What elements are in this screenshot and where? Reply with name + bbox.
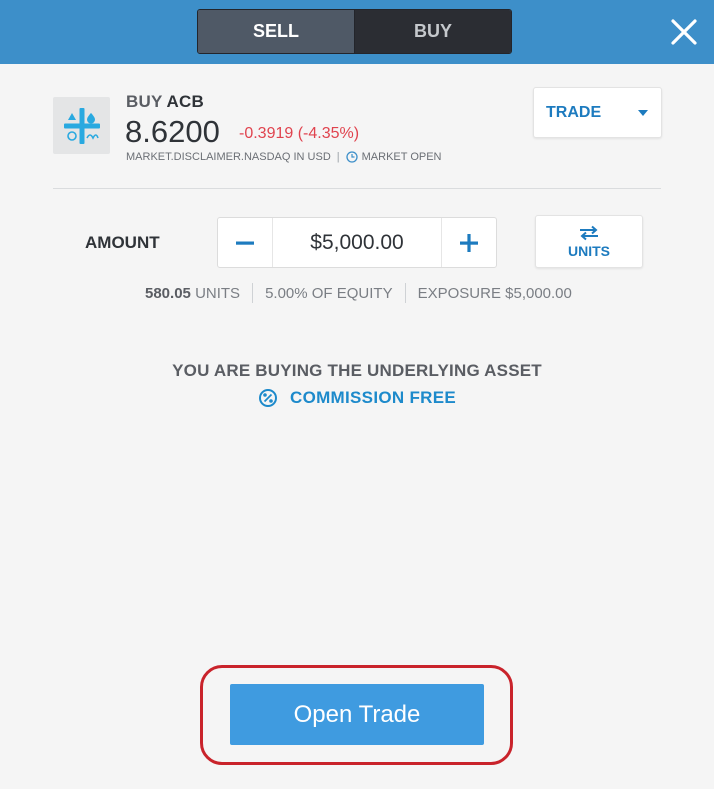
- buy-tab-label: BUY: [413, 21, 452, 41]
- instrument-price: 8.6200: [125, 114, 220, 149]
- caret-down-icon: [638, 109, 648, 116]
- market-disclaimer: MARKET.DISCLAIMER.NASDAQ IN USD: [126, 151, 331, 163]
- amount-input[interactable]: $5,000.00: [273, 231, 441, 255]
- instrument-symbol: ACB: [166, 92, 204, 111]
- plus-icon: [460, 233, 478, 252]
- sell-buy-toggle: SELL BUY: [197, 9, 512, 54]
- stats-divider: [252, 283, 254, 303]
- price-change: -0.3919 (-4.35%): [239, 125, 360, 142]
- minus-icon: [236, 241, 254, 245]
- market-status: MARKET OPEN: [345, 151, 442, 163]
- commission-free-link[interactable]: COMMISSION FREE: [258, 388, 456, 408]
- swap-arrows-icon: [580, 225, 598, 240]
- market-status-label: MARKET OPEN: [361, 151, 442, 163]
- close-button[interactable]: [668, 16, 700, 48]
- meta-separator: |: [336, 151, 340, 163]
- units-toggle-button[interactable]: UNITS: [535, 215, 643, 268]
- close-icon: [671, 19, 697, 45]
- trade-action: BUY: [126, 92, 163, 111]
- increase-amount-button[interactable]: [441, 218, 496, 267]
- amount-stepper: $5,000.00: [217, 217, 497, 268]
- instrument-logo: [53, 97, 110, 154]
- header-bar: SELL BUY: [0, 0, 714, 64]
- instrument-logo-icon: [63, 107, 100, 144]
- order-type-label: TRADE: [546, 103, 602, 121]
- market-meta: MARKET.DISCLAIMER.NASDAQ IN USD | MARKET…: [126, 151, 442, 163]
- stats-divider: [404, 283, 406, 303]
- trade-stats: 580.05 UNITS 5.00% OF EQUITY EXPOSURE $5…: [145, 283, 572, 303]
- sell-tab-label: SELL: [252, 21, 299, 41]
- sell-tab[interactable]: SELL: [198, 10, 355, 53]
- buy-tab[interactable]: BUY: [355, 10, 511, 53]
- amount-label: AMOUNT: [85, 233, 160, 252]
- underlying-asset-notice: YOU ARE BUYING THE UNDERLYING ASSET: [172, 361, 542, 380]
- decrease-amount-button[interactable]: [218, 218, 273, 267]
- commission-free-label: COMMISSION FREE: [290, 388, 457, 407]
- exposure-value: $5,000.00: [505, 284, 572, 302]
- units-label: UNITS: [195, 284, 241, 302]
- section-divider: [53, 188, 661, 189]
- percent-badge-icon: [259, 389, 277, 407]
- equity-percent: 5.00% OF EQUITY: [265, 284, 393, 302]
- units-toggle-label: UNITS: [568, 242, 610, 259]
- instrument-title: BUY ACB: [126, 92, 204, 112]
- units-value: 580.05: [145, 284, 191, 302]
- open-trade-button[interactable]: Open Trade: [230, 684, 484, 745]
- clock-icon: [345, 151, 358, 163]
- exposure-label: EXPOSURE: [417, 284, 501, 302]
- order-type-dropdown[interactable]: TRADE: [533, 87, 662, 138]
